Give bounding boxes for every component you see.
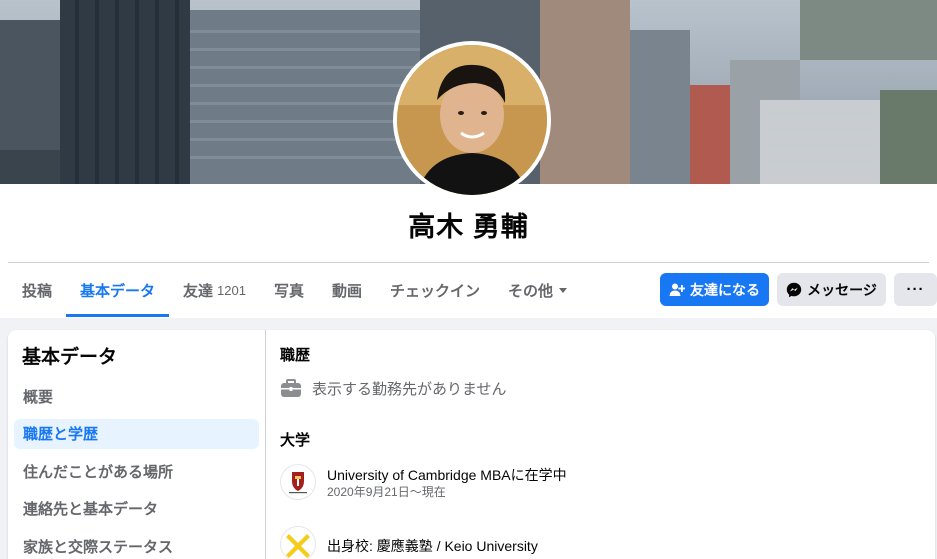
profile-actions: 友達になる メッセージ ··· — [660, 273, 937, 306]
message-label: メッセージ — [807, 281, 877, 298]
education-name: University of Cambridge MBAに在学中 — [327, 467, 567, 483]
sidebar-item-label: 家族と交際ステータス — [23, 538, 174, 556]
education-entry[interactable]: University of Cambridge MBAに在学中 2020年9月2… — [280, 464, 567, 500]
tab-label: 動画 — [331, 282, 362, 300]
education-text: 出身校: 慶應義塾 / Keio University — [327, 526, 538, 555]
education-name: 出身校: 慶應義塾 / Keio University — [327, 538, 538, 554]
sidebar-item-label: 住んだことがある場所 — [23, 463, 174, 481]
about-sidebar-title: 基本データ — [22, 347, 118, 368]
sidebar-item-label: 連絡先と基本データ — [23, 501, 159, 519]
education-section-title: 大学 — [280, 432, 311, 449]
caret-down-icon — [559, 287, 568, 293]
profile-page: 高木 勇輔 投稿 基本データ 友達 1201 写真 動画 チェックイン その他 友… — [0, 0, 937, 559]
tab-photos[interactable]: 写真 — [260, 263, 318, 317]
sidebar-item-work-education[interactable]: 職歴と学歴 — [14, 418, 259, 449]
add-friend-icon — [669, 282, 685, 298]
sidebar-item-contact-info[interactable]: 連絡先と基本データ — [14, 494, 259, 524]
more-options-button[interactable]: ··· — [894, 273, 937, 306]
education-entry[interactable]: 出身校: 慶應義塾 / Keio University — [280, 526, 538, 559]
tab-label: 写真 — [273, 282, 304, 300]
education-date: 2020年9月21日〜現在 — [327, 485, 446, 499]
avatar-photo — [397, 45, 547, 195]
messenger-icon — [786, 282, 802, 298]
cambridge-logo-icon — [280, 464, 316, 500]
tab-label: 基本データ — [80, 282, 156, 300]
sidebar-item-overview[interactable]: 概要 — [14, 381, 259, 411]
about-card: 基本データ 概要 職歴と学歴 住んだことがある場所 連絡先と基本データ 家族と交… — [8, 330, 935, 559]
friends-count: 1201 — [217, 282, 246, 298]
message-button[interactable]: メッセージ — [777, 273, 886, 306]
add-friend-label: 友達になる — [690, 281, 760, 298]
about-sidebar: 基本データ 概要 職歴と学歴 住んだことがある場所 連絡先と基本データ 家族と交… — [8, 330, 266, 559]
education-text: University of Cambridge MBAに在学中 2020年9月2… — [327, 464, 567, 500]
tab-more[interactable]: その他 — [494, 263, 581, 317]
work-section-title: 職歴 — [280, 347, 311, 364]
more-dots-icon: ··· — [906, 281, 925, 298]
tab-label: チェックイン — [390, 282, 481, 300]
sidebar-item-label: 職歴と学歴 — [23, 426, 99, 444]
sidebar-item-family[interactable]: 家族と交際ステータス — [14, 531, 259, 559]
about-content: 職歴 表示する勤務先がありません 大学 University of Cambri… — [280, 330, 920, 559]
tab-checkins[interactable]: チェックイン — [376, 263, 494, 317]
tab-posts[interactable]: 投稿 — [8, 263, 66, 317]
tab-label: 投稿 — [22, 282, 53, 300]
tab-about[interactable]: 基本データ — [66, 263, 170, 317]
sidebar-item-label: 概要 — [23, 388, 54, 406]
briefcase-icon — [280, 377, 302, 399]
keio-logo-icon — [280, 526, 316, 559]
tab-videos[interactable]: 動画 — [318, 263, 376, 317]
tab-label: 友達 — [183, 282, 214, 300]
work-empty-text: 表示する勤務先がありません — [312, 380, 507, 398]
profile-tabs: 投稿 基本データ 友達 1201 写真 動画 チェックイン その他 — [8, 263, 581, 317]
profile-name: 高木 勇輔 — [408, 212, 529, 242]
tab-label: その他 — [508, 282, 554, 300]
work-empty-row: 表示する勤務先がありません — [280, 377, 507, 399]
profile-avatar[interactable] — [393, 41, 551, 199]
add-friend-button[interactable]: 友達になる — [660, 273, 769, 306]
sidebar-item-places-lived[interactable]: 住んだことがある場所 — [14, 456, 259, 486]
tab-friends[interactable]: 友達 1201 — [169, 263, 260, 317]
